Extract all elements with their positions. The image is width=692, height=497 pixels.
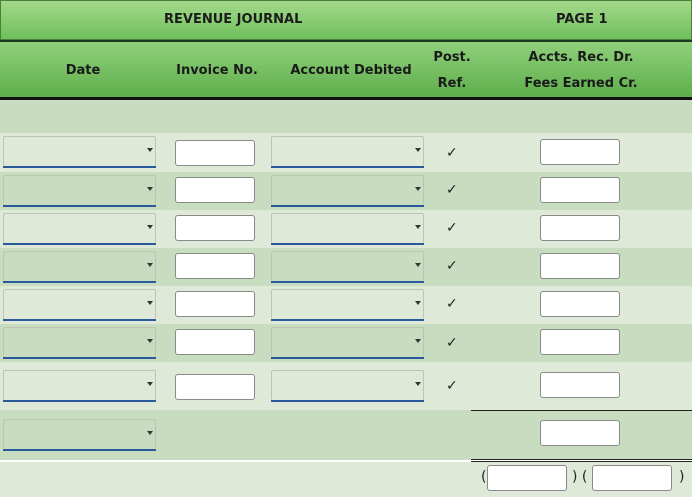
header-amount-1: Accts. Rec. Dr. xyxy=(528,50,634,65)
chevron-down-icon xyxy=(415,148,421,152)
journal-title-bar: REVENUE JOURNAL PAGE 1 xyxy=(0,0,692,40)
account-debited-select[interactable] xyxy=(271,289,424,321)
amount-input[interactable] xyxy=(540,215,620,241)
table-row: ✓ xyxy=(0,362,692,410)
amount-input[interactable] xyxy=(540,291,620,317)
date-select[interactable] xyxy=(3,327,156,359)
table-row: ✓ xyxy=(0,172,692,210)
journal-title: REVENUE JOURNAL xyxy=(164,12,303,27)
account-debited-select[interactable] xyxy=(271,213,424,245)
post-ref-check-icon: ✓ xyxy=(446,296,458,312)
invoice-input[interactable] xyxy=(175,291,255,317)
account-debited-select[interactable] xyxy=(271,251,424,283)
header-invoice: Invoice No. xyxy=(176,63,258,78)
amount-input[interactable] xyxy=(540,139,620,165)
date-select[interactable] xyxy=(3,213,156,245)
post-ref-check-icon: ✓ xyxy=(446,145,458,161)
table-row: ✓ xyxy=(0,248,692,286)
chevron-down-icon xyxy=(147,148,153,152)
amount-input[interactable] xyxy=(540,253,620,279)
header-amount-2: Fees Earned Cr. xyxy=(524,76,638,91)
chevron-down-icon xyxy=(147,382,153,386)
header-account-debited: Account Debited xyxy=(290,63,412,78)
invoice-input[interactable] xyxy=(175,253,255,279)
revenue-journal: REVENUE JOURNAL PAGE 1 Date Invoice No. … xyxy=(0,0,692,497)
invoice-input[interactable] xyxy=(175,374,255,400)
header-post-ref-2: Ref. xyxy=(437,76,467,91)
chevron-down-icon xyxy=(415,187,421,191)
account-debited-select[interactable] xyxy=(271,370,424,402)
invoice-input[interactable] xyxy=(175,140,255,166)
spacer-row xyxy=(0,100,692,133)
post-ref-check-icon: ✓ xyxy=(446,220,458,236)
date-select[interactable] xyxy=(3,289,156,321)
total-amount-input[interactable] xyxy=(540,420,620,446)
chevron-down-icon xyxy=(415,225,421,229)
open-paren: ( xyxy=(481,469,487,485)
total-row xyxy=(0,410,692,460)
total-double-rule-1 xyxy=(471,459,692,460)
amount-input[interactable] xyxy=(540,329,620,355)
posting-ref-row: ( ) ( ) xyxy=(0,462,692,497)
amount-input[interactable] xyxy=(540,372,620,398)
invoice-input[interactable] xyxy=(175,177,255,203)
chevron-down-icon xyxy=(147,263,153,267)
chevron-down-icon xyxy=(147,187,153,191)
header-date: Date xyxy=(65,63,101,78)
chevron-down-icon xyxy=(147,301,153,305)
chevron-down-icon xyxy=(147,431,153,435)
page-number: PAGE 1 xyxy=(556,12,608,27)
debit-posting-ref-input[interactable] xyxy=(487,465,567,491)
post-ref-check-icon: ✓ xyxy=(446,258,458,274)
table-row: ✓ xyxy=(0,210,692,248)
date-select[interactable] xyxy=(3,136,156,168)
invoice-input[interactable] xyxy=(175,329,255,355)
account-debited-select[interactable] xyxy=(271,136,424,168)
date-select[interactable] xyxy=(3,370,156,402)
chevron-down-icon xyxy=(415,301,421,305)
chevron-down-icon xyxy=(415,339,421,343)
account-debited-select[interactable] xyxy=(271,175,424,207)
total-date-select[interactable] xyxy=(3,419,156,451)
chevron-down-icon xyxy=(147,339,153,343)
table-row: ✓ xyxy=(0,286,692,324)
chevron-down-icon xyxy=(415,382,421,386)
total-top-rule xyxy=(471,410,692,411)
amount-input[interactable] xyxy=(540,177,620,203)
table-row: ✓ xyxy=(0,324,692,362)
post-ref-check-icon: ✓ xyxy=(446,182,458,198)
table-row: ✓ xyxy=(0,133,692,172)
chevron-down-icon xyxy=(415,263,421,267)
date-select[interactable] xyxy=(3,251,156,283)
account-debited-select[interactable] xyxy=(271,327,424,359)
column-header-bar: Date Invoice No. Account Debited Post. R… xyxy=(0,40,692,100)
credit-posting-ref-input[interactable] xyxy=(592,465,672,491)
post-ref-check-icon: ✓ xyxy=(446,378,458,394)
post-ref-check-icon: ✓ xyxy=(446,335,458,351)
header-post-ref-1: Post. xyxy=(433,50,471,65)
chevron-down-icon xyxy=(147,225,153,229)
invoice-input[interactable] xyxy=(175,215,255,241)
date-select[interactable] xyxy=(3,175,156,207)
mid-parens: ) ( xyxy=(572,469,588,485)
close-paren: ) xyxy=(679,469,685,485)
